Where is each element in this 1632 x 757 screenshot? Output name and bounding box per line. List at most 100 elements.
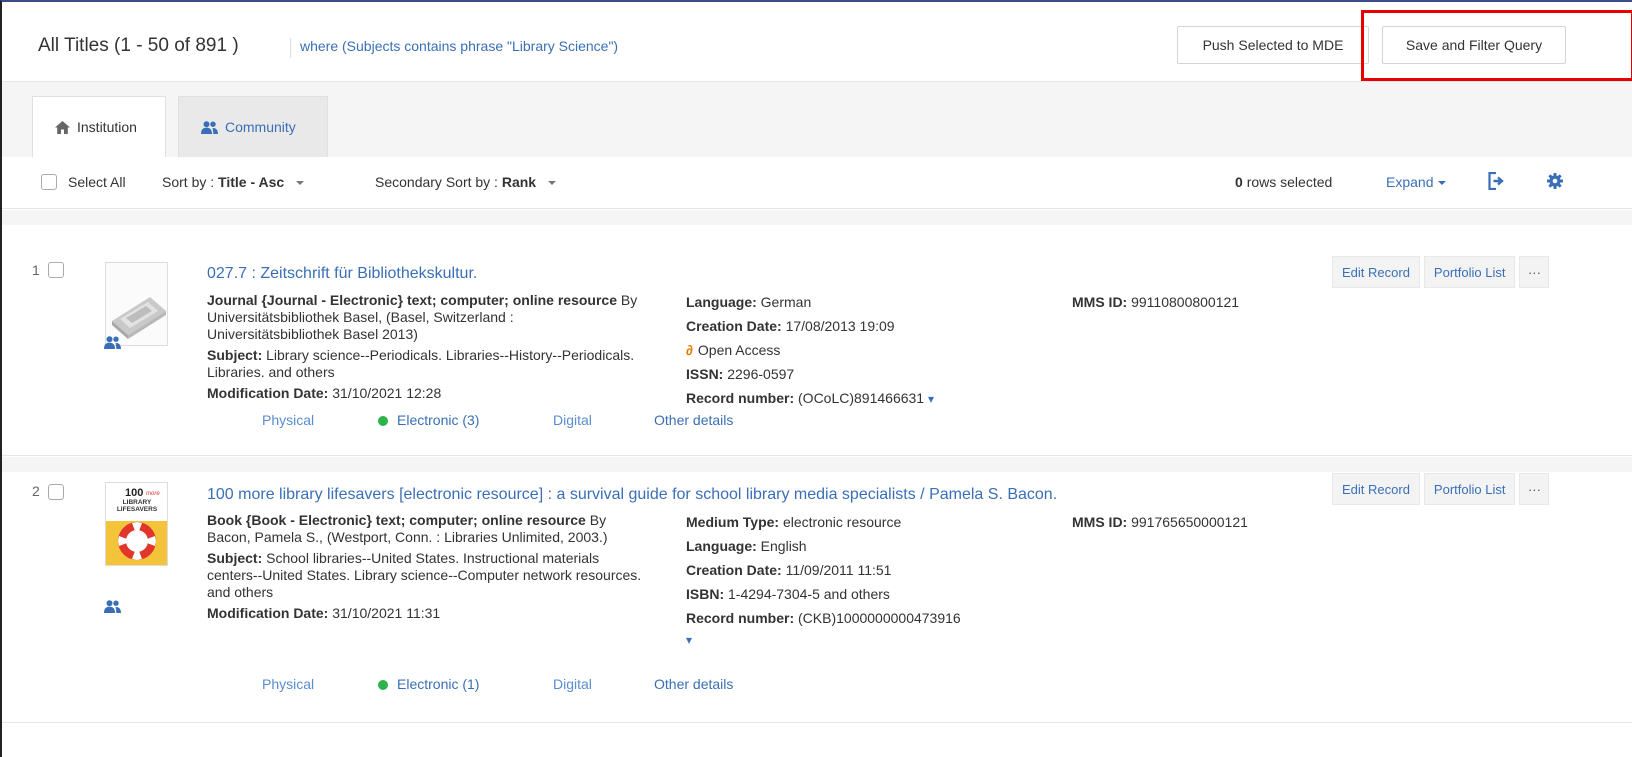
- mms-id-label: MMS ID:: [1072, 514, 1128, 530]
- book-cover-image: 100 more LIBRARY LIFESAVERS: [106, 483, 167, 565]
- record-type: Journal {Journal - Electronic} text; com…: [207, 292, 617, 308]
- cover-line2: LIFESAVERS: [117, 506, 158, 513]
- portfolio-list-button[interactable]: Portfolio List: [1423, 256, 1516, 288]
- record-thumbnail: [105, 262, 168, 346]
- record-meta: Medium Type: electronic resource Languag…: [686, 514, 1046, 652]
- record-number-label: Record number:: [686, 390, 795, 406]
- double-chevron-down-icon[interactable]: ▾: [686, 633, 692, 647]
- open-access-icon: ∂: [686, 342, 693, 358]
- record-checkbox[interactable]: [48, 484, 64, 500]
- record-subject-line: Subject: Library science--Periodicals. L…: [207, 347, 647, 381]
- expand-dropdown[interactable]: Expand: [1386, 174, 1447, 190]
- record-number-line: Record number: (OCoLC)891466631 ▾: [686, 390, 1046, 414]
- cover-more: more: [146, 491, 160, 497]
- gear-icon[interactable]: [1547, 173, 1563, 189]
- sort-dropdown[interactable]: Sort by : Title - Asc: [162, 174, 305, 190]
- medium-value: electronic resource: [782, 514, 902, 530]
- row-separator: [2, 457, 1632, 472]
- isbn-label: ISBN:: [686, 586, 725, 602]
- record-number: 2: [32, 483, 40, 499]
- users-icon: [201, 120, 218, 134]
- secondary-sort-dropdown[interactable]: Secondary Sort by : Rank: [375, 174, 557, 190]
- record-meta: Language: German Creation Date: 17/08/20…: [686, 294, 1046, 414]
- tab-institution-label: Institution: [77, 119, 137, 135]
- subject-label: Subject:: [207, 347, 263, 363]
- open-access-label: Open Access: [697, 342, 781, 358]
- creation-label: Creation Date:: [686, 562, 782, 578]
- language-line: Language: German: [686, 294, 1046, 318]
- tab-institution[interactable]: Institution: [32, 96, 166, 158]
- isbn-line: ISBN: 1-4294-7304-5 and others: [686, 586, 1046, 610]
- sort-value: Title - Asc: [218, 174, 285, 190]
- record-subject: School libraries--United States. Instruc…: [207, 550, 642, 600]
- record-number-value: (CKB)1000000000473916: [798, 610, 961, 626]
- expand-label: Expand: [1386, 174, 1434, 190]
- edit-record-button[interactable]: Edit Record: [1332, 256, 1420, 288]
- record-type: Book {Book - Electronic} text; computer;…: [207, 512, 586, 528]
- electronic-link[interactable]: Electronic (1): [378, 676, 479, 692]
- query-link[interactable]: where (Subjects contains phrase "Library…: [300, 38, 618, 54]
- issn-value: 2296-0597: [727, 366, 795, 382]
- issn-label: ISSN:: [686, 366, 724, 382]
- modification-label: Modification Date:: [207, 605, 329, 621]
- digital-link[interactable]: Digital: [553, 676, 592, 692]
- creation-line: Creation Date: 11/09/2011 11:51: [686, 562, 1046, 586]
- record-number-value: (OCoLC)891466631: [798, 390, 925, 406]
- medium-line: Medium Type: electronic resource: [686, 514, 1046, 538]
- physical-link[interactable]: Physical: [262, 676, 314, 692]
- language-label: Language:: [686, 294, 757, 310]
- open-access-line: ∂ Open Access: [686, 342, 1046, 366]
- record-details: Book {Book - Electronic} text; computer;…: [207, 512, 647, 626]
- record-row: 2 100 more LIBRARY LIFESAVERS 100 more l…: [2, 457, 1632, 723]
- record-subject: Library science--Periodicals. Libraries-…: [207, 347, 635, 380]
- creation-line: Creation Date: 17/08/2013 19:09: [686, 318, 1046, 342]
- results-header: All Titles (1 - 50 of 891 ) where (Subje…: [2, 2, 1632, 82]
- select-all-checkbox[interactable]: [41, 174, 57, 190]
- tab-community[interactable]: Community: [178, 96, 328, 158]
- rows-selected-label: rows selected: [1246, 174, 1333, 190]
- secondary-sort-label: Secondary Sort by :: [375, 174, 498, 190]
- language-line: Language: English: [686, 538, 1046, 562]
- other-details-link[interactable]: Other details: [654, 412, 733, 428]
- results-toolbar: Select All Sort by : Title - Asc Seconda…: [2, 157, 1632, 209]
- subject-label: Subject:: [207, 550, 263, 566]
- more-actions-button[interactable]: ···: [1519, 256, 1550, 288]
- sort-label: Sort by :: [162, 174, 215, 190]
- creation-date: 17/08/2013 19:09: [785, 318, 895, 334]
- mms-id: MMS ID: 99110800800121: [1072, 294, 1239, 310]
- digital-link[interactable]: Digital: [553, 412, 592, 428]
- record-modification-line: Modification Date: 31/10/2021 12:28: [207, 385, 647, 402]
- portfolio-list-button[interactable]: Portfolio List: [1423, 473, 1516, 505]
- record-title[interactable]: 027.7 : Zeitschrift für Bibliothekskultu…: [207, 265, 477, 283]
- edit-record-button[interactable]: Edit Record: [1332, 473, 1420, 505]
- push-to-mde-button[interactable]: Push Selected to MDE: [1177, 26, 1369, 64]
- physical-link[interactable]: Physical: [262, 412, 314, 428]
- cover-number: 100: [125, 487, 143, 499]
- record-modification-line: Modification Date: 31/10/2021 11:31: [207, 605, 647, 622]
- export-icon[interactable]: [1488, 172, 1505, 190]
- electronic-status-dot: [378, 680, 388, 690]
- record-details: Journal {Journal - Electronic} text; com…: [207, 292, 647, 406]
- chevron-down-icon: [296, 181, 305, 186]
- users-icon: [104, 600, 121, 613]
- more-actions-button[interactable]: ···: [1519, 473, 1550, 505]
- highlight-box: [1361, 10, 1632, 81]
- double-chevron-down-icon[interactable]: ▾: [928, 392, 934, 406]
- record-title[interactable]: 100 more library lifesavers [electronic …: [207, 486, 1057, 504]
- record-thumbnail: 100 more LIBRARY LIFESAVERS: [105, 482, 168, 566]
- record-type-line: Journal {Journal - Electronic} text; com…: [207, 292, 647, 343]
- electronic-link-label: Electronic (1): [397, 676, 480, 692]
- record-row: 1 027.7 : Zeitschrift für Bibliothekskul…: [2, 210, 1632, 456]
- electronic-link[interactable]: Electronic (3): [378, 412, 479, 428]
- record-type-line: Book {Book - Electronic} text; computer;…: [207, 512, 647, 546]
- isbn-value: 1-4294-7304-5 and others: [728, 586, 890, 602]
- modification-date: 31/10/2021 12:28: [332, 385, 442, 401]
- record-number-line: Record number: (CKB)1000000000473916: [686, 610, 1046, 634]
- electronic-status-dot: [378, 416, 388, 426]
- tab-community-label: Community: [225, 119, 296, 135]
- app-frame: All Titles (1 - 50 of 891 ) where (Subje…: [0, 0, 1632, 757]
- record-actions: Edit Record Portfolio List ···: [1332, 256, 1550, 288]
- chevron-down-icon: [548, 181, 557, 186]
- other-details-link[interactable]: Other details: [654, 676, 733, 692]
- record-checkbox[interactable]: [48, 262, 64, 278]
